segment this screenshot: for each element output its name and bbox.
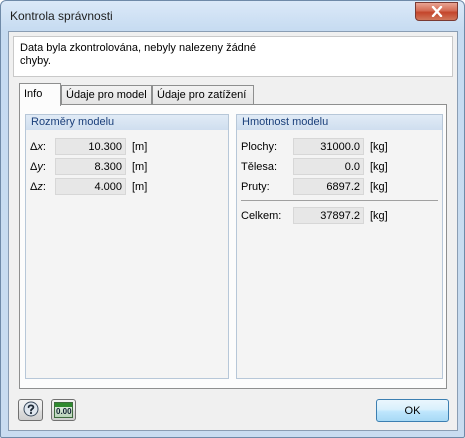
mass-value-solids: 0.0 xyxy=(293,158,364,175)
mass-label-solids: Tělesa: xyxy=(241,161,278,173)
mass-value-total: 37897.2 xyxy=(293,207,364,224)
dimension-unit-z: [m] xyxy=(132,181,148,193)
decimal-places-icon: 0.00 xyxy=(54,402,73,418)
dialog-window: Kontrola správnosti Data byla zkontrolov… xyxy=(0,0,465,438)
tab-panel-info: Rozměry modelu Δx: 10.300 [m] Δy: 8.300 … xyxy=(19,104,447,389)
mass-value-members: 6897.2 xyxy=(293,178,364,195)
dimension-row-z: Δz: 4.000 [m] xyxy=(26,178,228,195)
mass-unit-members: [kg] xyxy=(370,181,388,193)
mass-separator xyxy=(241,200,438,201)
mass-row-solids: Tělesa: 0.0 [kg] xyxy=(237,158,442,175)
mass-unit-solids: [kg] xyxy=(370,161,388,173)
message-box: Data byla zkontrolována, nebyly nalezeny… xyxy=(13,36,453,77)
model-mass-title: Hmotnost modelu xyxy=(237,115,442,130)
model-mass-group: Hmotnost modelu Plochy: 31000.0 [kg] Těl… xyxy=(236,114,443,379)
mass-unit-surfaces: [kg] xyxy=(370,141,388,153)
mass-label-members: Pruty: xyxy=(241,181,270,193)
mass-row-members: Pruty: 6897.2 [kg] xyxy=(237,178,442,195)
message-text: Data byla zkontrolována, nebyly nalezeny… xyxy=(20,42,257,67)
tab-load-data[interactable]: Údaje pro zatížení xyxy=(152,85,254,105)
dimension-label-z: Δz: xyxy=(30,181,46,193)
dimension-row-y: Δy: 8.300 [m] xyxy=(26,158,228,175)
close-button[interactable] xyxy=(415,2,458,21)
dimension-label-x: Δx: xyxy=(30,141,46,153)
help-button[interactable] xyxy=(18,399,43,421)
tab-model-data[interactable]: Údaje pro model xyxy=(61,85,152,105)
dimension-value-y: 8.300 xyxy=(55,158,126,175)
tab-model-data-label: Údaje pro model xyxy=(66,89,147,101)
mass-unit-total: [kg] xyxy=(370,210,388,222)
model-dimensions-group: Rozměry modelu Δx: 10.300 [m] Δy: 8.300 … xyxy=(25,114,229,379)
window-title: Kontrola správnosti xyxy=(10,9,113,23)
tab-info-label: Info xyxy=(24,88,43,100)
ok-button-label: OK xyxy=(404,405,421,417)
tab-info[interactable]: Info xyxy=(19,83,61,106)
title-bar[interactable]: Kontrola správnosti xyxy=(1,1,464,31)
dimension-label-y: Δy: xyxy=(30,161,46,173)
dialog-content: Data byla zkontrolována, nebyly nalezeny… xyxy=(8,31,458,431)
decimal-places-button[interactable]: 0.00 xyxy=(51,399,76,421)
mass-value-surfaces: 31000.0 xyxy=(293,138,364,155)
model-dimensions-title: Rozměry modelu xyxy=(26,115,228,130)
dimension-unit-x: [m] xyxy=(132,141,148,153)
dimension-value-x: 10.300 xyxy=(55,138,126,155)
dimension-row-x: Δx: 10.300 [m] xyxy=(26,138,228,155)
dimension-value-z: 4.000 xyxy=(55,178,126,195)
decimal-places-icon-text: 0.00 xyxy=(56,407,72,416)
mass-label-surfaces: Plochy: xyxy=(241,141,278,153)
tab-load-data-label: Údaje pro zatížení xyxy=(157,89,247,101)
mass-label-total: Celkem: xyxy=(241,210,282,222)
mass-row-total: Celkem: 37897.2 [kg] xyxy=(237,207,442,224)
dimension-unit-y: [m] xyxy=(132,161,148,173)
ok-button[interactable]: OK xyxy=(376,399,449,422)
close-icon xyxy=(431,6,443,17)
mass-row-surfaces: Plochy: 31000.0 [kg] xyxy=(237,138,442,155)
help-icon xyxy=(23,401,39,420)
